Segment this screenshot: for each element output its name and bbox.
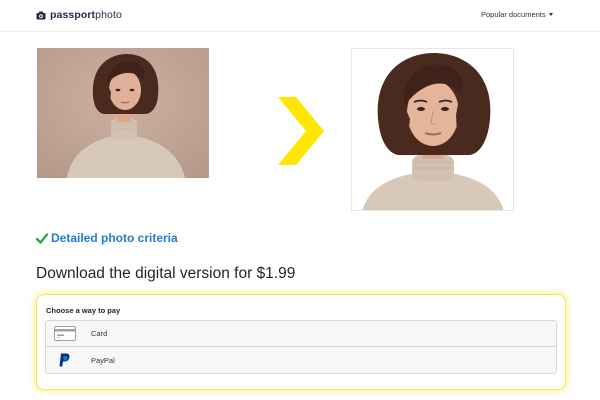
payment-options: Card PayPal	[45, 320, 557, 374]
chevron-right-icon	[278, 97, 324, 165]
pay-with-paypal-option[interactable]: PayPal	[45, 347, 557, 374]
paypal-icon	[53, 352, 77, 368]
paypal-option-label: PayPal	[91, 355, 115, 365]
checkmark-icon	[36, 232, 48, 244]
popular-documents-dropdown[interactable]: Popular documents	[481, 10, 553, 19]
original-photo-image	[37, 48, 209, 178]
popular-documents-label: Popular documents	[481, 10, 546, 19]
processed-photo	[351, 48, 514, 211]
logo-text-strong: passport	[50, 9, 96, 21]
download-heading: Download the digital version for $1.99	[36, 265, 296, 282]
credit-card-icon	[53, 326, 77, 342]
site-logo[interactable]: passportphoto	[36, 9, 122, 21]
pay-with-card-option[interactable]: Card	[45, 320, 557, 347]
criteria-label: Detailed photo criteria	[51, 231, 178, 245]
top-navbar: passportphoto Popular documents	[0, 0, 600, 32]
detailed-photo-criteria-link[interactable]: Detailed photo criteria	[36, 231, 178, 245]
original-photo	[37, 48, 209, 178]
camera-icon	[36, 11, 46, 19]
caret-down-icon	[548, 13, 553, 16]
payment-title: Choose a way to pay	[46, 306, 121, 315]
logo-text: passportphoto	[50, 9, 122, 21]
payment-box: Choose a way to pay Card PayPal	[36, 294, 566, 390]
processed-photo-image	[352, 49, 513, 210]
card-option-label: Card	[91, 329, 108, 338]
logo-text-light: photo	[95, 9, 122, 21]
